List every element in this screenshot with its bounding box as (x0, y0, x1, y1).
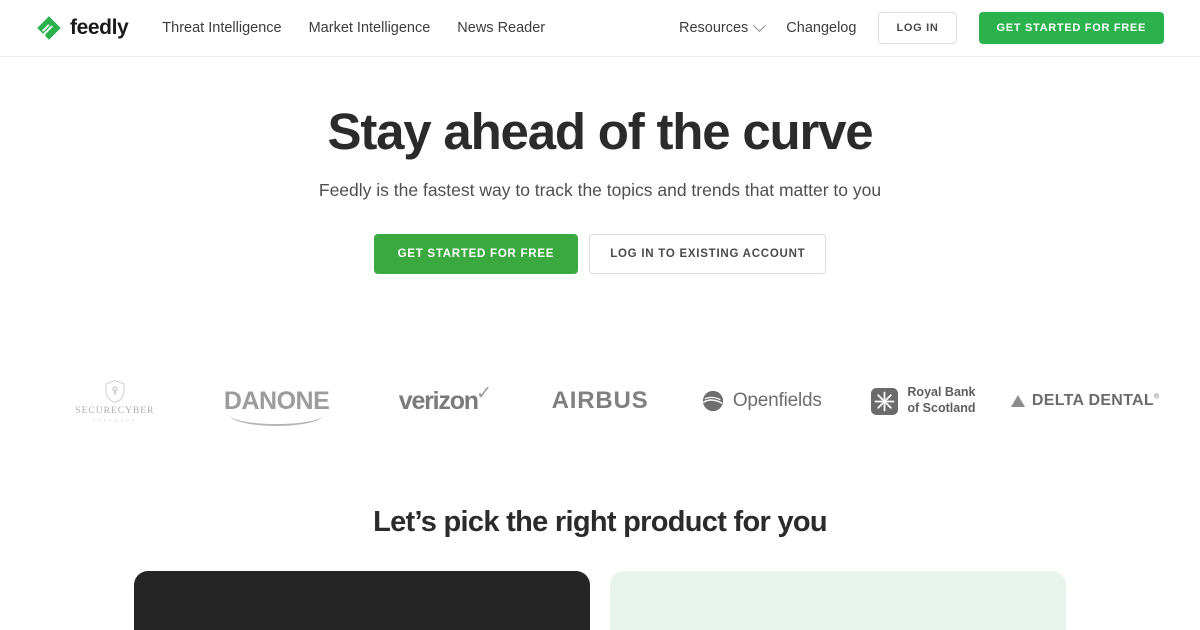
danone-smile-icon (229, 415, 324, 426)
logo-securecyber-word: SECURECYBER (75, 406, 155, 417)
primary-navigation: Threat Intelligence Market Intelligence … (162, 20, 545, 36)
nav-item-resources[interactable]: Resources (678, 18, 767, 36)
hero-get-started-button[interactable]: GET STARTED FOR FREE (373, 234, 579, 275)
logo-airbus-word: AIRBUS (551, 387, 649, 415)
registered-mark: ® (1153, 393, 1160, 401)
logo-airbus: AIRBUS (519, 370, 681, 432)
nav-item-market-intelligence[interactable]: Market Intelligence (309, 20, 431, 36)
check-icon: ✓ (476, 382, 492, 404)
logo-verizon-word: verizon (398, 386, 479, 415)
brand-name: feedly (70, 16, 129, 39)
product-picker-title: Let’s pick the right product for you (373, 506, 828, 539)
hero-login-button[interactable]: LOG IN TO EXISTING ACCOUNT (589, 234, 827, 275)
logo-openfields-word: Openfields (732, 390, 822, 412)
logo-rbs-line1: Royal Bank (907, 385, 976, 400)
nav-item-resources-label: Resources (678, 20, 749, 36)
logo-danone: DANONE (196, 370, 358, 432)
hero-section: Stay ahead of the curve Feedly is the fa… (0, 57, 1200, 275)
shield-lock-icon (105, 380, 125, 404)
nav-item-news-reader[interactable]: News Reader (457, 20, 545, 36)
product-card-dark[interactable] (134, 571, 590, 630)
page-title: Stay ahead of the curve (327, 103, 874, 160)
feedly-logo-icon (37, 16, 61, 40)
chevron-down-icon (753, 18, 767, 32)
nav-item-changelog[interactable]: Changelog (786, 20, 856, 36)
logo-openfields: Openfields (681, 370, 843, 432)
product-card-light[interactable] (610, 571, 1066, 630)
logo-verizon: verizon ✓ (357, 370, 519, 432)
nav-item-threat-intelligence[interactable]: Threat Intelligence (162, 20, 281, 36)
product-card-list (0, 571, 1200, 630)
site-header: feedly Threat Intelligence Market Intell… (0, 0, 1200, 57)
logo-rbs-line2: of Scotland (907, 401, 976, 416)
logo-danone-word: DANONE (223, 386, 330, 415)
brand-logo[interactable]: feedly (36, 15, 129, 41)
product-picker-section: Let’s pick the right product for you (0, 506, 1200, 630)
header-get-started-button[interactable]: GET STARTED FOR FREE (978, 12, 1164, 44)
logo-delta-dental: DELTA DENTAL® (1004, 370, 1166, 432)
globe-icon (702, 391, 723, 412)
hero-subtitle: Feedly is the fastest way to track the t… (318, 180, 882, 201)
triangle-icon (1010, 395, 1025, 408)
logo-royal-bank-of-scotland: Royal Bank of Scotland (843, 370, 1005, 432)
customer-logo-strip: SECURECYBER SOFTWARE DANONE verizon ✓ AI… (0, 366, 1200, 436)
logo-delta-dental-word: DELTA DENTAL (1031, 392, 1154, 410)
logo-securecyber: SECURECYBER SOFTWARE (34, 370, 196, 432)
logo-securecyber-subword: SOFTWARE (92, 418, 138, 424)
daisy-star-icon (871, 387, 899, 415)
secondary-navigation: Resources Changelog LOG IN GET STARTED F… (679, 12, 1164, 44)
hero-actions: GET STARTED FOR FREE LOG IN TO EXISTING … (0, 234, 1200, 275)
header-login-button[interactable]: LOG IN (878, 12, 957, 44)
